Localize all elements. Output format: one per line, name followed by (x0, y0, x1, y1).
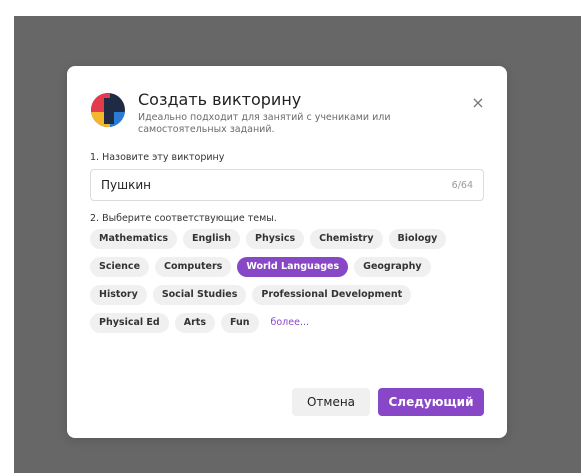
dialog-header: Создать викторину Идеально подходит для … (90, 90, 485, 136)
create-quiz-dialog: Создать викторину Идеально подходит для … (67, 66, 507, 438)
topic-chip[interactable]: Arts (174, 313, 215, 333)
quiz-logo-icon (90, 92, 126, 128)
topic-chip[interactable]: Mathematics (90, 229, 178, 249)
topic-chip[interactable]: Professional Development (252, 285, 412, 305)
topic-chip[interactable]: English (183, 229, 240, 249)
dialog-subtitle: Идеально подходит для занятий с ученикам… (138, 112, 391, 135)
topic-chip[interactable]: Science (90, 257, 150, 277)
topic-chip[interactable]: Physics (246, 229, 305, 249)
quiz-name-label: 1. Назовите эту викторину (90, 152, 225, 163)
topic-chip[interactable]: History (90, 285, 147, 305)
topic-chip[interactable]: Geography (354, 257, 431, 277)
topic-chip[interactable]: Fun (220, 313, 259, 333)
topics-list: Mathematics English Physics Chemistry Biolog… (90, 229, 484, 341)
quiz-name-field[interactable]: 6/64 (90, 169, 484, 201)
topic-chip[interactable]: World Languages (237, 257, 349, 277)
topics-label: 2. Выберите соответствующие темы. (90, 213, 277, 224)
topic-chip[interactable]: Biology (388, 229, 447, 249)
dialog-footer: Отмена Следующий (292, 388, 484, 416)
dialog-title: Создать викторину (138, 90, 302, 109)
char-counter: 6/64 (451, 179, 473, 191)
topic-chip[interactable]: Chemistry (310, 229, 383, 249)
close-icon[interactable]: × (466, 90, 490, 114)
topic-chip[interactable]: Physical Ed (90, 313, 169, 333)
topic-chip[interactable]: Social Studies (152, 285, 247, 305)
next-button[interactable]: Следующий (378, 388, 484, 416)
topic-chip[interactable]: Computers (155, 257, 232, 277)
quiz-name-input[interactable] (101, 178, 452, 192)
dialog-titles: Создать викторину Идеально подходит для … (138, 90, 484, 136)
cancel-button[interactable]: Отмена (292, 388, 370, 416)
more-topics-link[interactable]: более... (265, 313, 316, 341)
